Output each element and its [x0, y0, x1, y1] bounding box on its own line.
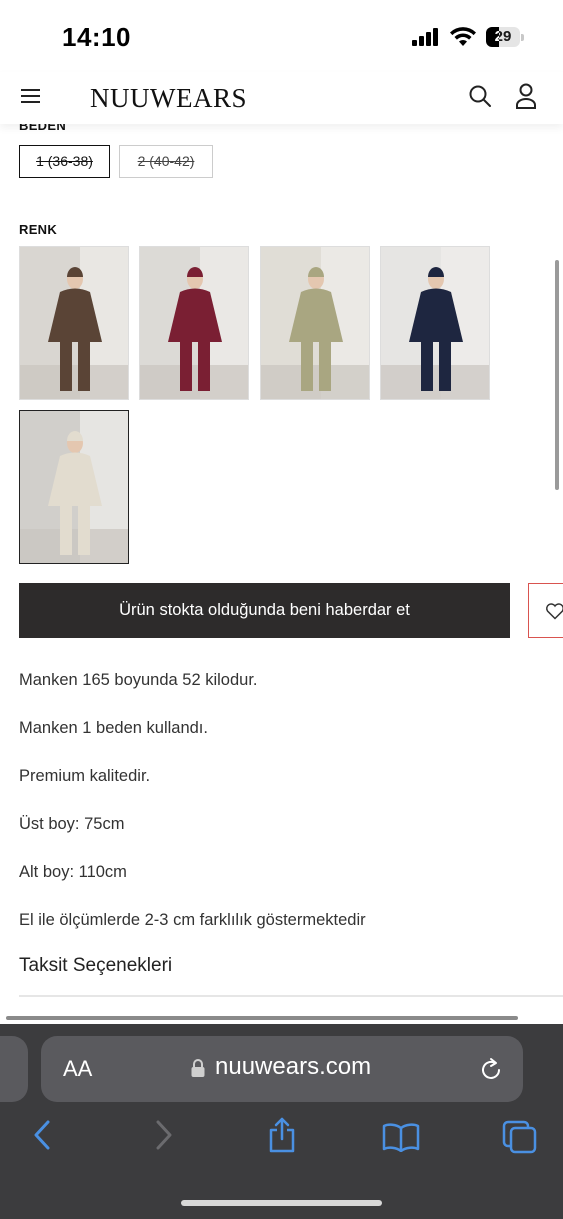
color-swatch-burgundy[interactable] — [139, 246, 249, 400]
battery-level: 29 — [494, 28, 512, 45]
description-line: Manken 1 beden kullandı. — [19, 719, 208, 737]
site-header: NUUWEARS — [0, 72, 563, 124]
color-swatch-navy[interactable] — [380, 246, 490, 400]
wifi-icon — [450, 27, 476, 46]
description-line: Manken 165 boyunda 52 kilodur. — [19, 671, 258, 689]
tabs-icon[interactable] — [502, 1120, 538, 1154]
browser-toolbar: AA nuuwears.com — [0, 1024, 563, 1219]
color-label: RENK — [19, 222, 58, 237]
description-line: El ile ölçümlerde 2-3 cm farklılık göste… — [19, 911, 366, 929]
address-bar[interactable]: AA nuuwears.com — [41, 1036, 523, 1102]
back-icon[interactable] — [32, 1119, 52, 1151]
divider — [19, 995, 563, 997]
share-icon[interactable] — [267, 1116, 297, 1154]
model-photo — [20, 247, 128, 399]
heart-icon — [546, 603, 563, 620]
model-photo — [261, 247, 369, 399]
lock-icon — [191, 1059, 205, 1077]
status-bar: 14:10 29 — [0, 0, 563, 72]
notify-me-button[interactable]: Ürün stokta olduğunda beni haberdar et — [19, 583, 510, 638]
site-logo[interactable]: NUUWEARS — [90, 83, 247, 114]
color-swatch-brown[interactable] — [19, 246, 129, 400]
description-line: Üst boy: 75cm — [19, 815, 125, 833]
wishlist-button[interactable] — [528, 583, 563, 638]
url-text: nuuwears.com — [215, 1053, 372, 1080]
color-swatch-khaki[interactable] — [260, 246, 370, 400]
model-photo — [20, 411, 128, 563]
reader-settings-button[interactable]: AA — [63, 1056, 92, 1082]
aa-label: AA — [63, 1056, 93, 1081]
description-line: Alt boy: 110cm — [19, 863, 127, 881]
bookmarks-icon[interactable] — [382, 1122, 420, 1152]
status-time: 14:10 — [62, 22, 131, 52]
vertical-scrollbar[interactable] — [555, 260, 559, 490]
search-icon[interactable] — [468, 84, 492, 108]
previous-tab-preview[interactable] — [0, 1036, 28, 1102]
model-photo — [140, 247, 248, 399]
model-photo — [381, 247, 489, 399]
battery-icon: 29 — [486, 27, 520, 47]
installments-heading[interactable]: Taksit Seçenekleri — [19, 955, 172, 977]
user-icon[interactable] — [514, 83, 538, 109]
forward-icon[interactable] — [154, 1119, 174, 1151]
description-line: Premium kalitedir. — [19, 767, 151, 785]
color-swatch-cream[interactable] — [19, 410, 129, 564]
hamburger-icon[interactable] — [21, 89, 40, 103]
battery-tip — [521, 34, 524, 41]
horizontal-scrollbar[interactable] — [6, 1016, 518, 1020]
home-indicator[interactable] — [181, 1200, 382, 1206]
cellular-signal-icon — [412, 28, 440, 46]
size-option-1[interactable]: 1 (36-38) — [19, 145, 110, 178]
size-option-2[interactable]: 2 (40-42) — [119, 145, 213, 178]
reload-icon[interactable] — [479, 1056, 503, 1082]
